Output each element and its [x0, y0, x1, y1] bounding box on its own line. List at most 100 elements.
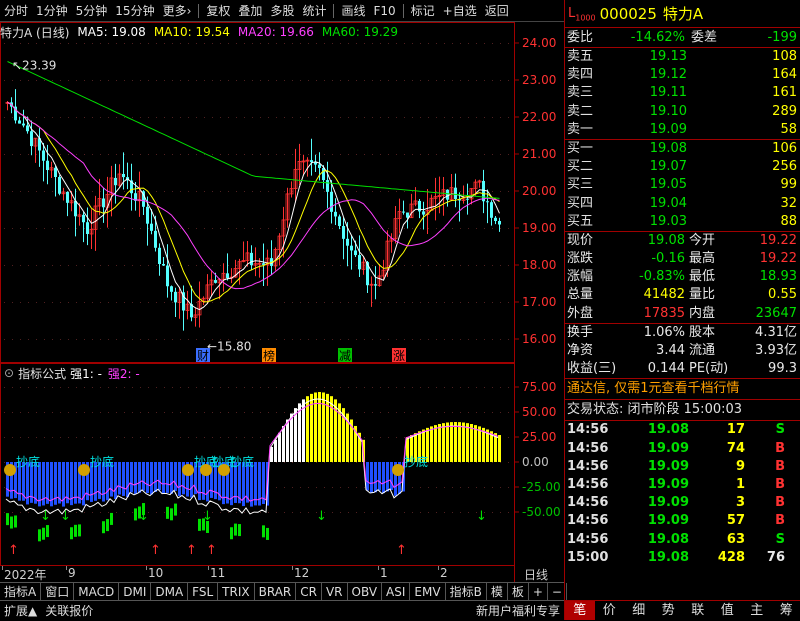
indicator-tab[interactable]: DMI — [119, 583, 151, 601]
toolbar-button[interactable]: 5分钟 — [72, 0, 112, 22]
toolbar-button[interactable]: 多股 — [266, 0, 298, 22]
toolbar-button[interactable]: 分时 — [0, 0, 32, 22]
toolbar-button[interactable]: 画线 — [337, 0, 369, 22]
toolbar-button[interactable]: 更多› — [159, 0, 196, 22]
indicator-tab[interactable]: BRAR — [255, 583, 297, 601]
quote-tab[interactable]: 价 — [595, 601, 625, 620]
ind-grid-dot — [252, 437, 253, 438]
order-row[interactable]: 买四19.0432 — [565, 195, 800, 213]
period-label[interactable]: 日线 — [524, 566, 548, 583]
price-grid-dot — [404, 265, 405, 266]
price-grid-dot — [28, 117, 29, 118]
price-grid-dot — [380, 154, 381, 155]
toolbar-button[interactable]: 复权 — [202, 0, 234, 22]
toolbar-button[interactable]: 标记 — [407, 0, 439, 22]
stat-row: 总量41482量比0.55 — [565, 286, 800, 304]
toolbar-button[interactable]: 15分钟 — [111, 0, 158, 22]
indicator-tab[interactable]: TRIX — [218, 583, 254, 601]
tick-price: 19.09 — [619, 512, 689, 530]
tick-row: 14:5619.093B — [565, 494, 800, 512]
ind-grid-dot — [356, 412, 357, 413]
ind-grid-dot — [428, 387, 429, 388]
price-grid-dot — [220, 191, 221, 192]
quote-tab[interactable]: 细 — [624, 601, 654, 620]
promo-text[interactable]: 通达信, 仅需1元查看千档行情 — [567, 379, 740, 399]
toolbar-button[interactable]: 统计 — [298, 0, 330, 22]
toolbar-button[interactable]: 叠加 — [234, 0, 266, 22]
ind-grid-dot — [508, 437, 509, 438]
green-bar — [38, 529, 41, 541]
order-row[interactable]: 卖四19.12164 — [565, 66, 800, 84]
order-row[interactable]: 卖二19.10289 — [565, 103, 800, 121]
order-row[interactable]: 买三19.0599 — [565, 176, 800, 194]
indicator-name[interactable]: 指标公式 — [18, 365, 66, 382]
price-grid-dot — [356, 154, 357, 155]
quote-tab[interactable]: 势 — [654, 601, 684, 620]
expand-button[interactable]: 扩展▲ — [0, 602, 41, 619]
price-grid-dot — [12, 339, 13, 340]
event-tag[interactable]: 榜 — [263, 348, 275, 363]
promo-link[interactable]: 新用户福利专享 — [472, 602, 564, 619]
pos-bar — [482, 428, 485, 462]
quote-tab[interactable]: 联 — [683, 601, 713, 620]
ind-grid-dot — [28, 412, 29, 413]
quote-tab[interactable]: 筹 — [772, 601, 800, 620]
indicator-tab[interactable]: + — [529, 583, 548, 601]
event-tag[interactable]: 减 — [339, 349, 351, 363]
indicator-tab[interactable]: 指标B — [446, 583, 487, 601]
price-grid-dot — [300, 154, 301, 155]
order-row[interactable]: 买一19.08106 — [565, 140, 800, 158]
price-grid-dot — [212, 80, 213, 81]
price-grid-dot — [228, 154, 229, 155]
price-grid-dot — [276, 80, 277, 81]
indicator-tab[interactable]: ASI — [382, 583, 410, 601]
kline-chart[interactable]: 24.0023.0022.0021.0020.0019.0018.0017.00… — [0, 22, 564, 582]
candle-body — [250, 253, 253, 265]
ind-grid-dot — [196, 412, 197, 413]
order-row[interactable]: 卖三19.11161 — [565, 84, 800, 102]
order-row[interactable]: 卖五19.13108 — [565, 48, 800, 66]
indicator-tab[interactable]: DMA — [151, 583, 188, 601]
indicator-tab[interactable]: 窗口 — [41, 583, 74, 601]
indicator-menu-icon[interactable]: ⊙ — [4, 366, 14, 380]
toolbar-button[interactable]: 返回 — [481, 0, 513, 22]
indicator-tab[interactable]: FSL — [188, 583, 218, 601]
indicator-tab[interactable]: VR — [322, 583, 348, 601]
indicator-tab[interactable]: 板 — [508, 583, 529, 601]
price-grid-dot — [164, 80, 165, 81]
toolbar-button[interactable]: +自选 — [439, 0, 481, 22]
price-grid-dot — [316, 228, 317, 229]
price-grid-dot — [28, 43, 29, 44]
toolbar-button[interactable]: F10 — [369, 0, 399, 22]
quote-tab[interactable]: 主 — [742, 601, 772, 620]
indicator-tab[interactable]: 模 — [487, 583, 508, 601]
indicator-tab[interactable]: OBV — [348, 583, 383, 601]
event-tag[interactable]: 涨 — [393, 348, 405, 363]
stat-value: 19.22 — [731, 232, 797, 250]
order-row[interactable]: 买二19.07256 — [565, 158, 800, 176]
ind-grid-dot — [284, 487, 285, 488]
indicator-tab[interactable]: CR — [296, 583, 322, 601]
ind-grid-dot — [44, 412, 45, 413]
ind-grid-dot — [4, 487, 5, 488]
promo-row[interactable]: 通达信, 仅需1元查看千档行情 — [565, 379, 800, 399]
indicator-tab[interactable]: EMV — [410, 583, 445, 601]
weicha-label: 委差 — [685, 28, 735, 47]
order-row[interactable]: 卖一19.0958 — [565, 121, 800, 139]
price-grid-dot — [252, 228, 253, 229]
indicator-tab[interactable]: MACD — [74, 583, 119, 601]
quote-tab[interactable]: 值 — [713, 601, 743, 620]
quote-tab[interactable]: 笔 — [565, 601, 595, 620]
order-row[interactable]: 买五19.0388 — [565, 213, 800, 231]
price-grid-dot — [180, 228, 181, 229]
ind-grid-dot — [28, 437, 29, 438]
toolbar-button[interactable]: 1分钟 — [32, 0, 72, 22]
ind-grid-dot — [428, 462, 429, 463]
pos-bar — [454, 422, 457, 462]
down-arrow-icon: ↓ — [476, 509, 487, 524]
event-tag[interactable]: 财 — [197, 349, 209, 363]
indicator-tab[interactable]: 指标A — [0, 583, 41, 601]
related-quote-button[interactable]: 关联报价 — [41, 602, 97, 619]
date-tick — [292, 566, 293, 570]
price-grid-dot — [436, 117, 437, 118]
